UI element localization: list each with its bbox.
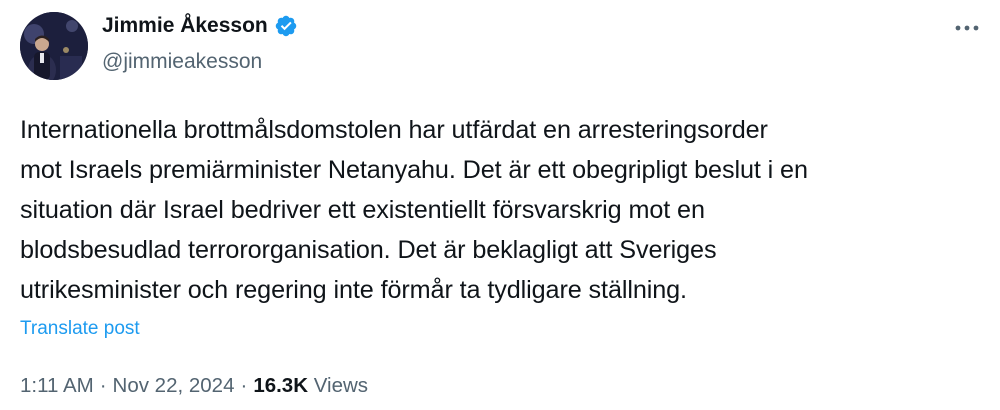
tweet-text: Internationella brottmålsdomstolen har u… <box>20 116 808 304</box>
author-handle[interactable]: @jimmieakesson <box>102 50 262 74</box>
translate-post-link[interactable]: Translate post <box>20 318 140 340</box>
verified-badge-icon[interactable] <box>274 14 298 38</box>
tweet-meta: 1:11 AM · Nov 22, 2024 · 16.3K Views <box>20 374 368 398</box>
author-name-row: Jimmie Åkesson <box>102 14 298 38</box>
author-display-name[interactable]: Jimmie Åkesson <box>102 14 268 38</box>
views-label: Views <box>313 374 369 397</box>
meta-separator: · <box>99 374 107 397</box>
tweet-date[interactable]: Nov 22, 2024 <box>113 374 235 398</box>
avatar[interactable] <box>20 12 88 80</box>
views-count[interactable]: 16.3K <box>253 374 308 398</box>
tweet-time[interactable]: 1:11 AM <box>20 374 94 398</box>
tweet-card: Jimmie Åkesson @jimmieakesson Internatio… <box>0 0 1000 410</box>
meta-separator: · <box>240 374 248 397</box>
more-horizontal-icon[interactable] <box>952 18 982 38</box>
